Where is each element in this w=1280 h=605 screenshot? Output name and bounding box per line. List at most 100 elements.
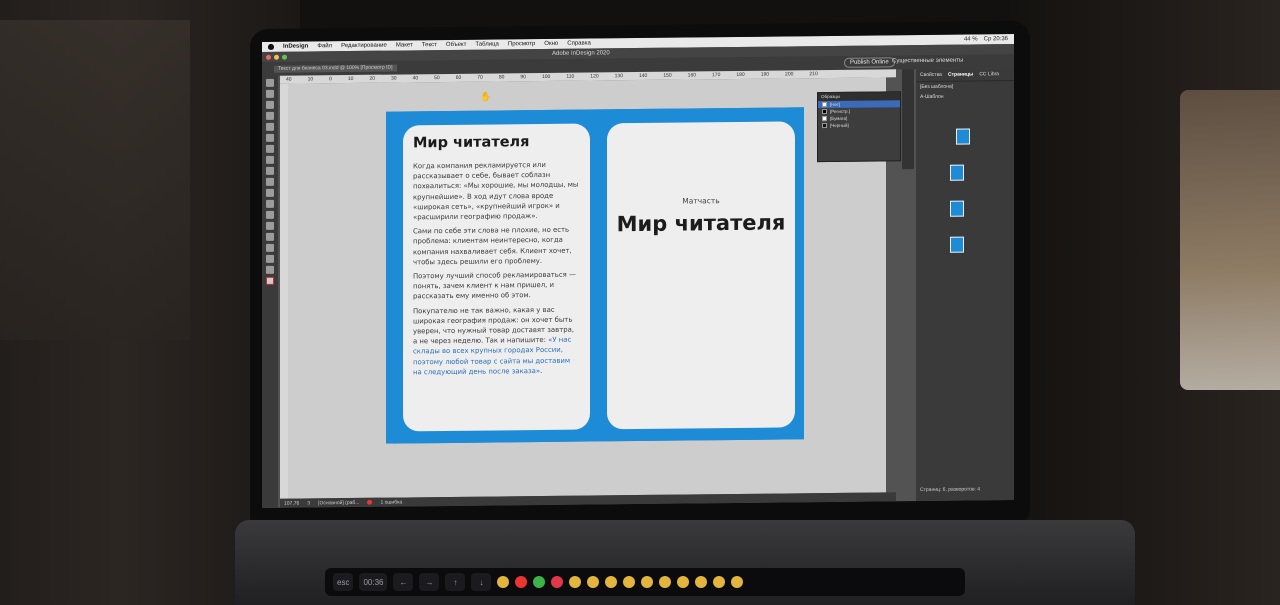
laptop-screen: InDesign Файл Редактирование Макет Текст… (262, 34, 1014, 508)
menu-window[interactable]: Окно (544, 41, 558, 47)
master-a-row[interactable]: А-Шаблон (916, 91, 1014, 102)
menu-view[interactable]: Просмотр (508, 41, 535, 47)
fill-stroke-icon[interactable] (266, 276, 274, 285)
menubar-status: 44 % Ср 20:36 (964, 36, 1008, 42)
ruler-tick: 80 (498, 74, 505, 81)
menu-type[interactable]: Текст (422, 42, 437, 48)
article-paragraph: Сами по себе эти слова не плохие, но ест… (413, 225, 572, 267)
page-right[interactable]: Матчасть Мир читателя (597, 107, 804, 442)
shelf (0, 20, 190, 340)
tools-panel (262, 75, 278, 508)
swatch-row[interactable]: [Черный] (818, 121, 900, 129)
menu-edit[interactable]: Редактирование (341, 43, 387, 49)
emoji-icon[interactable] (497, 576, 510, 588)
menu-file[interactable]: Файл (317, 43, 332, 49)
arrow-down-icon[interactable]: ↓ (471, 573, 492, 591)
tab-pages[interactable]: Страницы (948, 71, 973, 77)
battery-label[interactable]: 44 % (964, 36, 978, 42)
collapsed-panel-icons (902, 69, 914, 170)
vertical-ruler (280, 83, 288, 499)
emoji-icon[interactable] (551, 576, 564, 588)
ruler-tick: 10 (347, 75, 354, 83)
gap-tool-icon[interactable] (266, 111, 274, 120)
zoom-level[interactable]: 107,76 (284, 500, 299, 506)
menu-table[interactable]: Таблица (475, 41, 499, 47)
error-icon (367, 499, 373, 505)
menu-layout[interactable]: Макет (396, 42, 413, 48)
hand-cursor-icon: ✋ (480, 91, 492, 102)
menu-app[interactable]: InDesign (283, 43, 308, 49)
note-tool-icon[interactable] (266, 232, 274, 241)
arrow-up-icon[interactable]: ↑ (445, 573, 466, 591)
emoji-icon[interactable] (731, 576, 744, 588)
ruler-tick: 180 (736, 71, 745, 78)
pen-tool-icon[interactable] (266, 155, 274, 164)
rectangle-tool-icon[interactable] (266, 188, 274, 197)
page-tool-icon[interactable] (266, 100, 274, 109)
clock-label[interactable]: Ср 20:36 (984, 36, 1008, 42)
article-paragraph: Поэтому лучший способ рекламироваться — … (413, 270, 576, 301)
page-thumbnail[interactable] (950, 236, 964, 253)
page-left[interactable]: Мир читателя Когда компания рекламируетс… (393, 109, 597, 444)
emoji-icon[interactable] (605, 576, 618, 588)
preflight-profile[interactable]: [Основной] (раб... (318, 499, 359, 505)
scissors-tool-icon[interactable] (266, 199, 274, 208)
close-icon[interactable] (266, 54, 271, 60)
ruler-tick: 10 (307, 76, 314, 83)
emoji-icon[interactable] (659, 576, 672, 588)
background-object (1180, 90, 1280, 390)
emoji-icon[interactable] (533, 576, 546, 588)
pasteboard[interactable]: ✋ Мир читателя Когда компания рекламируе… (288, 77, 886, 499)
apple-icon[interactable] (268, 43, 274, 50)
emoji-icon[interactable] (695, 576, 708, 588)
ruler-tick: 60 (455, 74, 462, 81)
menu-help[interactable]: Справка (567, 40, 591, 46)
emoji-icon[interactable] (515, 576, 528, 588)
free-transform-tool-icon[interactable] (266, 210, 274, 219)
page-thumbnail[interactable] (950, 200, 964, 217)
swatch-chip (822, 109, 827, 115)
gradient-tool-icon[interactable] (266, 221, 274, 230)
esc-key[interactable]: esc (333, 573, 354, 591)
page-thumbnail[interactable] (956, 128, 970, 145)
line-tool-icon[interactable] (266, 144, 274, 153)
tab-properties[interactable]: Свойства (920, 72, 942, 78)
emoji-icon[interactable] (623, 576, 636, 588)
zoom-icon[interactable] (282, 54, 287, 60)
cover-card[interactable]: Матчасть Мир читателя (607, 121, 795, 430)
text-card[interactable]: Мир читателя Когда компания рекламируетс… (403, 123, 590, 432)
content-collector-icon[interactable] (266, 122, 274, 131)
zoom-tool-icon[interactable] (266, 265, 274, 274)
touchbar-time[interactable]: 00:36 (359, 573, 388, 591)
tab-cc-libraries[interactable]: CC Libra (979, 71, 999, 77)
page-thumbnail[interactable] (950, 164, 964, 181)
ruler-tick: 90 (520, 74, 526, 81)
emoji-icon[interactable] (569, 576, 582, 588)
hand-tool-icon[interactable] (266, 254, 274, 263)
emoji-icon[interactable] (587, 576, 600, 588)
direct-selection-tool-icon[interactable] (266, 89, 274, 98)
article-paragraph-last: Покупателю не так важно, какая у вас шир… (413, 304, 580, 377)
rectangle-frame-tool-icon[interactable] (266, 177, 274, 186)
paragraph-text: . (540, 366, 543, 375)
arrow-right-icon[interactable]: → (419, 573, 440, 591)
document-tab[interactable]: Текст для бизнеса 03.indd @ 100% [Просмо… (274, 64, 397, 73)
publish-online-button[interactable]: Publish Online (844, 57, 895, 68)
menu-object[interactable]: Объект (446, 42, 466, 48)
eyedropper-tool-icon[interactable] (266, 243, 274, 252)
preflight-errors[interactable]: 1 ошибка (380, 499, 402, 505)
swatch-chip (822, 123, 827, 129)
page-number[interactable]: 3 (307, 500, 310, 506)
ruler-tick: 0 (329, 76, 332, 83)
swatch-chip (822, 102, 827, 108)
pencil-tool-icon[interactable] (266, 166, 274, 175)
emoji-icon[interactable] (713, 576, 726, 588)
selection-tool-icon[interactable] (266, 78, 274, 87)
arrow-left-icon[interactable]: ← (393, 573, 414, 591)
emoji-icon[interactable] (641, 576, 654, 588)
workspace-switcher[interactable]: Существенные элементы (892, 58, 963, 65)
type-tool-icon[interactable] (266, 133, 274, 142)
minimize-icon[interactable] (274, 54, 279, 60)
page-spread[interactable]: Мир читателя Когда компания рекламируетс… (386, 107, 804, 444)
emoji-icon[interactable] (677, 576, 690, 588)
